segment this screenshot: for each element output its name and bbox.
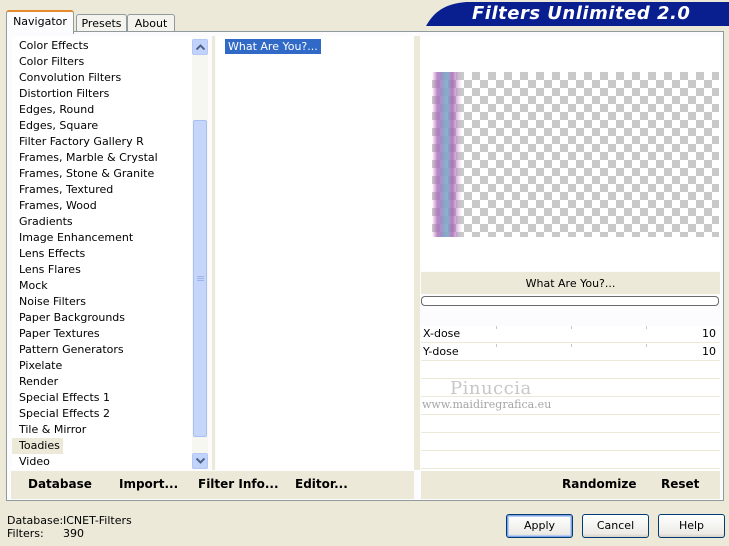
watermark-url: www.maidiregrafica.eu: [422, 398, 552, 411]
progress-bar: [421, 296, 719, 306]
category-item[interactable]: Video: [12, 454, 192, 470]
tab-navigator[interactable]: Navigator: [6, 10, 74, 34]
reset-button[interactable]: Reset: [661, 477, 699, 491]
category-item[interactable]: Noise Filters: [12, 294, 192, 310]
category-item[interactable]: Convolution Filters: [12, 70, 192, 86]
category-item[interactable]: Lens Flares: [12, 262, 192, 278]
filter-item-selected[interactable]: What Are You?...: [225, 39, 321, 54]
database-label: Database:: [7, 514, 64, 527]
category-item[interactable]: Paper Backgrounds: [12, 310, 192, 326]
scroll-down-button[interactable]: [192, 453, 208, 469]
category-item[interactable]: Color Effects: [12, 38, 192, 54]
list-toolbar: Database Import... Filter Info... Editor…: [11, 471, 414, 499]
param-value: 10: [702, 327, 716, 340]
database-value: ICNET-Filters: [63, 514, 132, 527]
category-item[interactable]: Edges, Square: [12, 118, 192, 134]
category-item-selected[interactable]: Toadies: [12, 438, 63, 454]
category-item[interactable]: Frames, Marble & Crystal: [12, 150, 192, 166]
apply-button[interactable]: Apply: [506, 514, 573, 538]
tick-mark: [571, 344, 572, 347]
category-item[interactable]: Frames, Stone & Granite: [12, 166, 192, 182]
category-item[interactable]: Paper Textures: [12, 326, 192, 342]
category-item[interactable]: Special Effects 2: [12, 406, 192, 422]
category-item[interactable]: Image Enhancement: [12, 230, 192, 246]
category-item[interactable]: Filter Factory Gallery R: [12, 134, 192, 150]
category-item[interactable]: Color Filters: [12, 54, 192, 70]
filters-count: 390: [63, 527, 84, 540]
help-button[interactable]: Help: [658, 514, 725, 538]
category-item[interactable]: Lens Effects: [12, 246, 192, 262]
chevron-down-icon: [195, 458, 205, 464]
tab-bar: Navigator Presets About: [6, 10, 426, 34]
chevron-up-icon: [195, 44, 205, 50]
tick-mark: [646, 344, 647, 347]
filter-info-button[interactable]: Filter Info...: [198, 477, 279, 491]
tab-about[interactable]: About: [127, 14, 175, 32]
status-area: Database:ICNET-Filters Filters: 390: [7, 514, 132, 540]
category-item[interactable]: Special Effects 1: [12, 390, 192, 406]
category-scrollbar[interactable]: [192, 39, 208, 469]
import-button[interactable]: Import...: [119, 477, 178, 491]
filter-list[interactable]: What Are You?...: [216, 36, 414, 470]
category-item[interactable]: Gradients: [12, 214, 192, 230]
param-label: X-dose: [423, 327, 461, 340]
tick-mark: [571, 326, 572, 329]
tick-mark: [496, 344, 497, 347]
grip-icon: [197, 276, 204, 277]
param-label: Y-dose: [423, 345, 459, 358]
category-item[interactable]: Render: [12, 374, 192, 390]
param-row-y-dose[interactable]: Y-dose 10: [421, 344, 720, 361]
scroll-up-button[interactable]: [192, 39, 208, 55]
param-row-empty: [421, 416, 720, 433]
preview-stripes: [432, 72, 462, 237]
title-banner: Filters Unlimited 2.0: [426, 2, 729, 26]
tab-presets[interactable]: Presets: [76, 14, 127, 32]
tick-mark: [496, 326, 497, 329]
param-value: 10: [702, 345, 716, 358]
watermark-name: Pinuccia: [450, 378, 532, 399]
param-row-x-dose[interactable]: X-dose 10: [421, 326, 720, 343]
filters-label: Filters:: [7, 527, 44, 540]
divider: [414, 36, 420, 470]
category-list[interactable]: Color Effects Color Filters Convolution …: [12, 36, 192, 470]
cancel-button[interactable]: Cancel: [582, 514, 649, 538]
tick-mark: [646, 326, 647, 329]
database-button[interactable]: Database: [28, 477, 92, 491]
category-item[interactable]: Edges, Round: [12, 102, 192, 118]
randomize-button[interactable]: Randomize: [562, 477, 636, 491]
category-item[interactable]: Distortion Filters: [12, 86, 192, 102]
selected-filter-label: What Are You?...: [421, 272, 720, 294]
editor-button[interactable]: Editor...: [295, 477, 348, 491]
scroll-thumb[interactable]: [193, 120, 207, 437]
category-item[interactable]: Pattern Generators: [12, 342, 192, 358]
category-item[interactable]: Tile & Mirror: [12, 422, 192, 438]
param-toolbar: Randomize Reset: [421, 471, 720, 499]
param-row-empty: [421, 362, 720, 379]
param-row-empty: [421, 452, 720, 469]
param-row-empty: [421, 434, 720, 451]
category-item[interactable]: Pixelate: [12, 358, 192, 374]
category-item[interactable]: Mock: [12, 278, 192, 294]
category-item[interactable]: Frames, Wood: [12, 198, 192, 214]
app-title: Filters Unlimited 2.0: [472, 3, 691, 24]
category-item[interactable]: Frames, Textured: [12, 182, 192, 198]
divider: [212, 36, 215, 470]
preview-image: [432, 72, 719, 237]
